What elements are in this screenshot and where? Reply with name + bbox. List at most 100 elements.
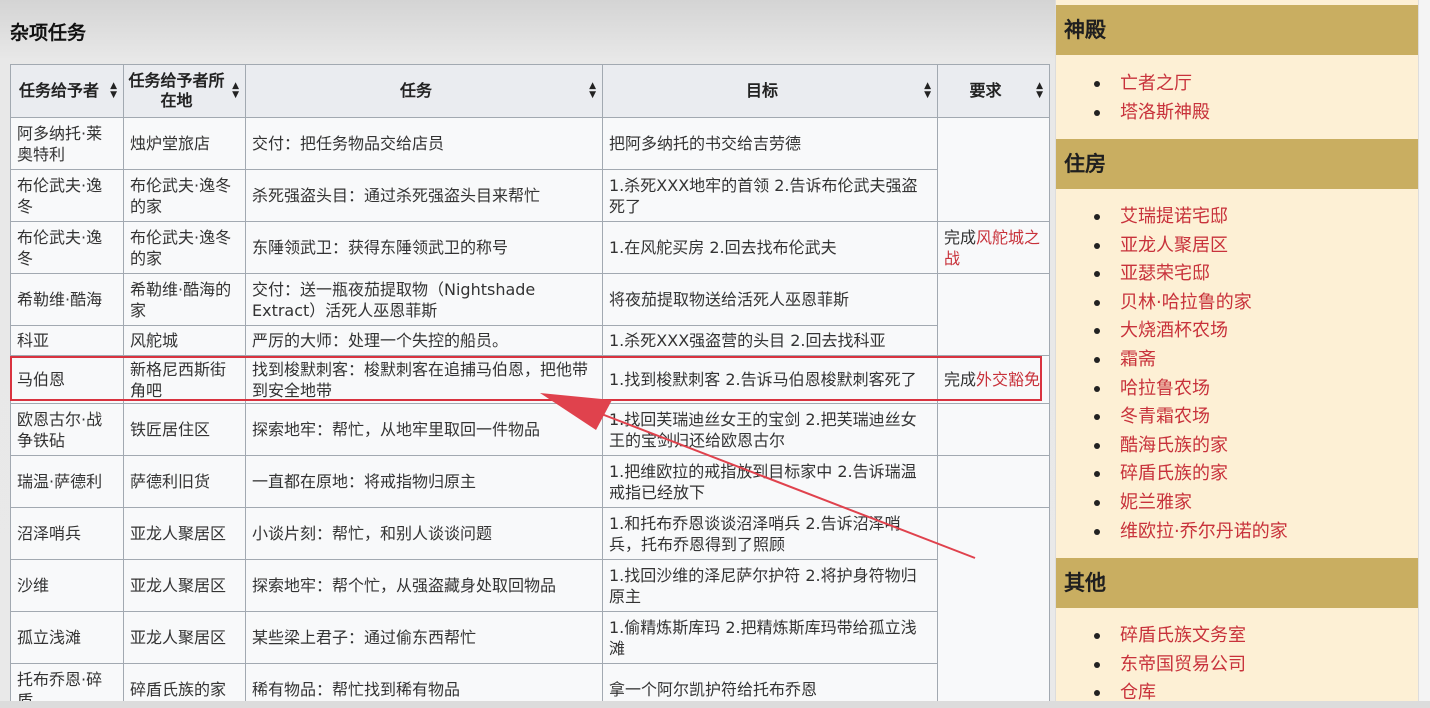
cell-giver: 布伦武夫·逸冬	[10, 221, 124, 274]
cell-location: 新格尼西斯街角吧	[123, 355, 246, 404]
sidebar-link[interactable]: 冬青霜农场	[1094, 403, 1288, 432]
table-row: 马伯恩 新格尼西斯街角吧 找到梭默刺客：梭默刺客在追捕马伯恩，把他带到安全地带 1.找…	[10, 355, 1050, 404]
cell-quest: 探索地牢：帮忙，从地牢里取回一件物品	[245, 403, 603, 456]
cell-goal: 1.杀死XXX强盗营的头目 2.回去找科亚	[602, 325, 938, 356]
requirement-prefix: 完成	[944, 370, 977, 389]
cell-requirement	[937, 117, 1050, 222]
cell-giver: 沙维	[10, 559, 124, 612]
sidebar-link[interactable]: 艾瑞提诺宅邸	[1094, 203, 1288, 232]
cell-requirement	[937, 507, 1050, 701]
cell-quest: 探索地牢：帮个忙，从强盗藏身处取回物品	[245, 559, 603, 612]
table-row: 布伦武夫·逸冬 布伦武夫·逸冬的家 东陲领武卫：获得东陲领武卫的称号 1.在风舵买房 …	[10, 221, 1050, 274]
sidebar-link[interactable]: 大烧酒杯农场	[1094, 317, 1288, 346]
cell-goal: 1.偷精炼斯库玛 2.把精炼斯库玛带给孤立浅滩	[602, 611, 938, 664]
cell-quest: 某些梁上君子：通过偷东西帮忙	[245, 611, 603, 664]
requirement-link[interactable]: 外交豁免	[976, 370, 1040, 389]
column-header-label: 任务给予者所在地	[128, 71, 225, 110]
table-row: 科亚 风舵城 严厉的大师：处理一个失控的船员。 1.杀死XXX强盗营的头目 2.回去找…	[10, 325, 1050, 356]
cell-location: 碎盾氏族的家	[123, 663, 246, 701]
cell-giver: 阿多纳托·莱奥特利	[10, 117, 124, 170]
cell-goal: 1.和托布乔恩谈谈沼泽哨兵 2.告诉沼泽哨兵，托布乔恩得到了照顾	[602, 507, 938, 560]
table-row: 欧恩古尔·战争铁砧 铁匠居住区 探索地牢：帮忙，从地牢里取回一件物品 1.找回芙瑞迪丝…	[10, 403, 1050, 456]
sidebar-link[interactable]: 酷海氏族的家	[1094, 432, 1288, 461]
sidebar-link[interactable]: 霜斋	[1094, 346, 1288, 375]
sidebar-link[interactable]: 碎盾氏族的家	[1094, 460, 1288, 489]
column-header-location[interactable]: 任务给予者所在地 ▲ ▼	[123, 64, 246, 118]
cell-goal: 拿一个阿尔凯护符给托布乔恩	[602, 663, 938, 701]
column-header-giver[interactable]: 任务给予者 ▲ ▼	[10, 64, 124, 118]
cell-requirement: 完成风舵城之战	[937, 221, 1050, 274]
cell-goal: 1.找到梭默刺客 2.告诉马伯恩梭默刺客死了	[602, 355, 938, 404]
sidebar-heading-other: 其他	[1056, 558, 1418, 608]
sort-icon[interactable]: ▲ ▼	[589, 82, 596, 100]
cell-location: 铁匠居住区	[123, 403, 246, 456]
cell-location: 亚龙人聚居区	[123, 507, 246, 560]
cell-giver: 瑞温·萨德利	[10, 455, 124, 508]
sidebar-link[interactable]: 亚龙人聚居区	[1094, 232, 1288, 261]
sidebar-link[interactable]: 东帝国贸易公司	[1094, 651, 1246, 680]
cell-giver: 马伯恩	[10, 355, 124, 404]
sidebar-link[interactable]: 妮兰雅家	[1094, 489, 1288, 518]
sidebar-list-housing: 艾瑞提诺宅邸 亚龙人聚居区 亚瑟荣宅邸 贝林·哈拉鲁的家 大烧酒杯农场 霜斋 哈拉鲁农场 冬青…	[1056, 203, 1288, 546]
sort-icon[interactable]: ▲ ▼	[110, 82, 117, 100]
cell-location: 萨德利旧货	[123, 455, 246, 508]
column-header-label: 任务	[399, 81, 432, 100]
column-header-goal[interactable]: 目标 ▲ ▼	[602, 64, 938, 118]
scrollbar-track[interactable]	[1418, 0, 1430, 701]
table-row: 希勒维·酷海 希勒维·酷海的家 交付：送一瓶夜茄提取物（Nightshade Ext…	[10, 273, 1050, 356]
cell-giver: 托布乔恩·碎盾	[10, 663, 124, 701]
sort-icon[interactable]: ▲ ▼	[1036, 82, 1043, 100]
sidebar-link[interactable]: 仓库	[1094, 679, 1246, 708]
cell-requirement	[937, 273, 1050, 356]
cell-giver: 欧恩古尔·战争铁砧	[10, 403, 124, 456]
cell-location: 布伦武夫·逸冬的家	[123, 169, 246, 222]
section-title: 杂项任务	[10, 22, 87, 44]
cell-goal: 把阿多纳托的书交给吉劳德	[602, 117, 938, 170]
column-header-label: 任务给予者	[18, 81, 99, 100]
cell-quest: 杀死强盗头目：通过杀死强盗头目来帮忙	[245, 169, 603, 222]
sort-icon[interactable]: ▲ ▼	[924, 82, 931, 100]
cell-goal: 1.找回芙瑞迪丝女王的宝剑 2.把芙瑞迪丝女王的宝剑归还给欧恩古尔	[602, 403, 938, 456]
sidebar-heading-temples: 神殿	[1056, 5, 1418, 55]
cell-goal: 1.杀死XXX地牢的首领 2.告诉布伦武夫强盗死了	[602, 169, 938, 222]
sidebar-link[interactable]: 塔洛斯神殿	[1094, 99, 1210, 128]
column-header-requirement[interactable]: 要求 ▲ ▼	[937, 64, 1050, 118]
cell-quest: 小谈片刻：帮忙，和别人谈谈问题	[245, 507, 603, 560]
sidebar-link[interactable]: 维欧拉·乔尔丹诺的家	[1094, 518, 1288, 547]
cell-giver: 孤立浅滩	[10, 611, 124, 664]
table-row: 阿多纳托·莱奥特利 烛炉堂旅店 交付：把任务物品交给店员 把阿多纳托的书交给吉劳德	[10, 117, 1050, 222]
cell-giver: 沼泽哨兵	[10, 507, 124, 560]
cell-quest: 稀有物品：帮忙找到稀有物品	[245, 663, 603, 701]
column-header-label: 目标	[745, 81, 778, 100]
sidebar-link[interactable]: 哈拉鲁农场	[1094, 375, 1288, 404]
column-header-quest[interactable]: 任务 ▲ ▼	[245, 64, 603, 118]
cell-location: 烛炉堂旅店	[123, 117, 246, 170]
table-row: 沼泽哨兵 亚龙人聚居区 小谈片刻：帮忙，和别人谈谈问题 1.和托布乔恩谈谈沼泽哨兵 2…	[10, 507, 1050, 701]
cell-quest: 严厉的大师：处理一个失控的船员。	[245, 325, 603, 356]
cell-giver: 科亚	[10, 325, 124, 356]
sidebar-link[interactable]: 亚瑟荣宅邸	[1094, 260, 1288, 289]
cell-goal: 将夜茄提取物送给活死人巫恩菲斯	[602, 273, 938, 326]
cell-giver: 布伦武夫·逸冬	[10, 169, 124, 222]
quest-table: 任务给予者 ▲ ▼ 任务给予者所在地 ▲ ▼ 任务 ▲ ▼ 目标 ▲ ▼ 要求 ▲ ▼ 阿多纳托·莱…	[10, 64, 1050, 701]
sidebar-list-temples: 亡者之厅 塔洛斯神殿	[1056, 70, 1210, 127]
requirement-prefix: 完成	[944, 227, 977, 247]
cell-location: 亚龙人聚居区	[123, 559, 246, 612]
sidebar-heading-housing: 住房	[1056, 139, 1418, 189]
cell-quest: 一直都在原地：将戒指物归原主	[245, 455, 603, 508]
sort-icon[interactable]: ▲ ▼	[232, 82, 239, 100]
cell-requirement: 完成外交豁免	[937, 355, 1050, 404]
sidebar-link[interactable]: 碎盾氏族文务室	[1094, 622, 1246, 651]
table-row: 瑞温·萨德利 萨德利旧货 一直都在原地：将戒指物归原主 1.把维欧拉的戒指放到目标家中…	[10, 455, 1050, 508]
cell-quest: 交付：把任务物品交给店员	[245, 117, 603, 170]
cell-location: 布伦武夫·逸冬的家	[123, 221, 246, 274]
sidebar-link[interactable]: 贝林·哈拉鲁的家	[1094, 289, 1288, 318]
table-row: 孤立浅滩 亚龙人聚居区 某些梁上君子：通过偷东西帮忙 1.偷精炼斯库玛 2.把精炼斯库…	[10, 611, 1050, 664]
cell-requirement	[937, 403, 1050, 456]
table-header-row: 任务给予者 ▲ ▼ 任务给予者所在地 ▲ ▼ 任务 ▲ ▼ 目标 ▲ ▼ 要求 ▲ ▼	[10, 64, 1050, 118]
cell-goal: 1.在风舵买房 2.回去找布伦武夫	[602, 221, 938, 274]
sidebar-link[interactable]: 亡者之厅	[1094, 70, 1210, 99]
cell-quest: 东陲领武卫：获得东陲领武卫的称号	[245, 221, 603, 274]
cell-requirement	[937, 455, 1050, 508]
cell-giver: 希勒维·酷海	[10, 273, 124, 326]
